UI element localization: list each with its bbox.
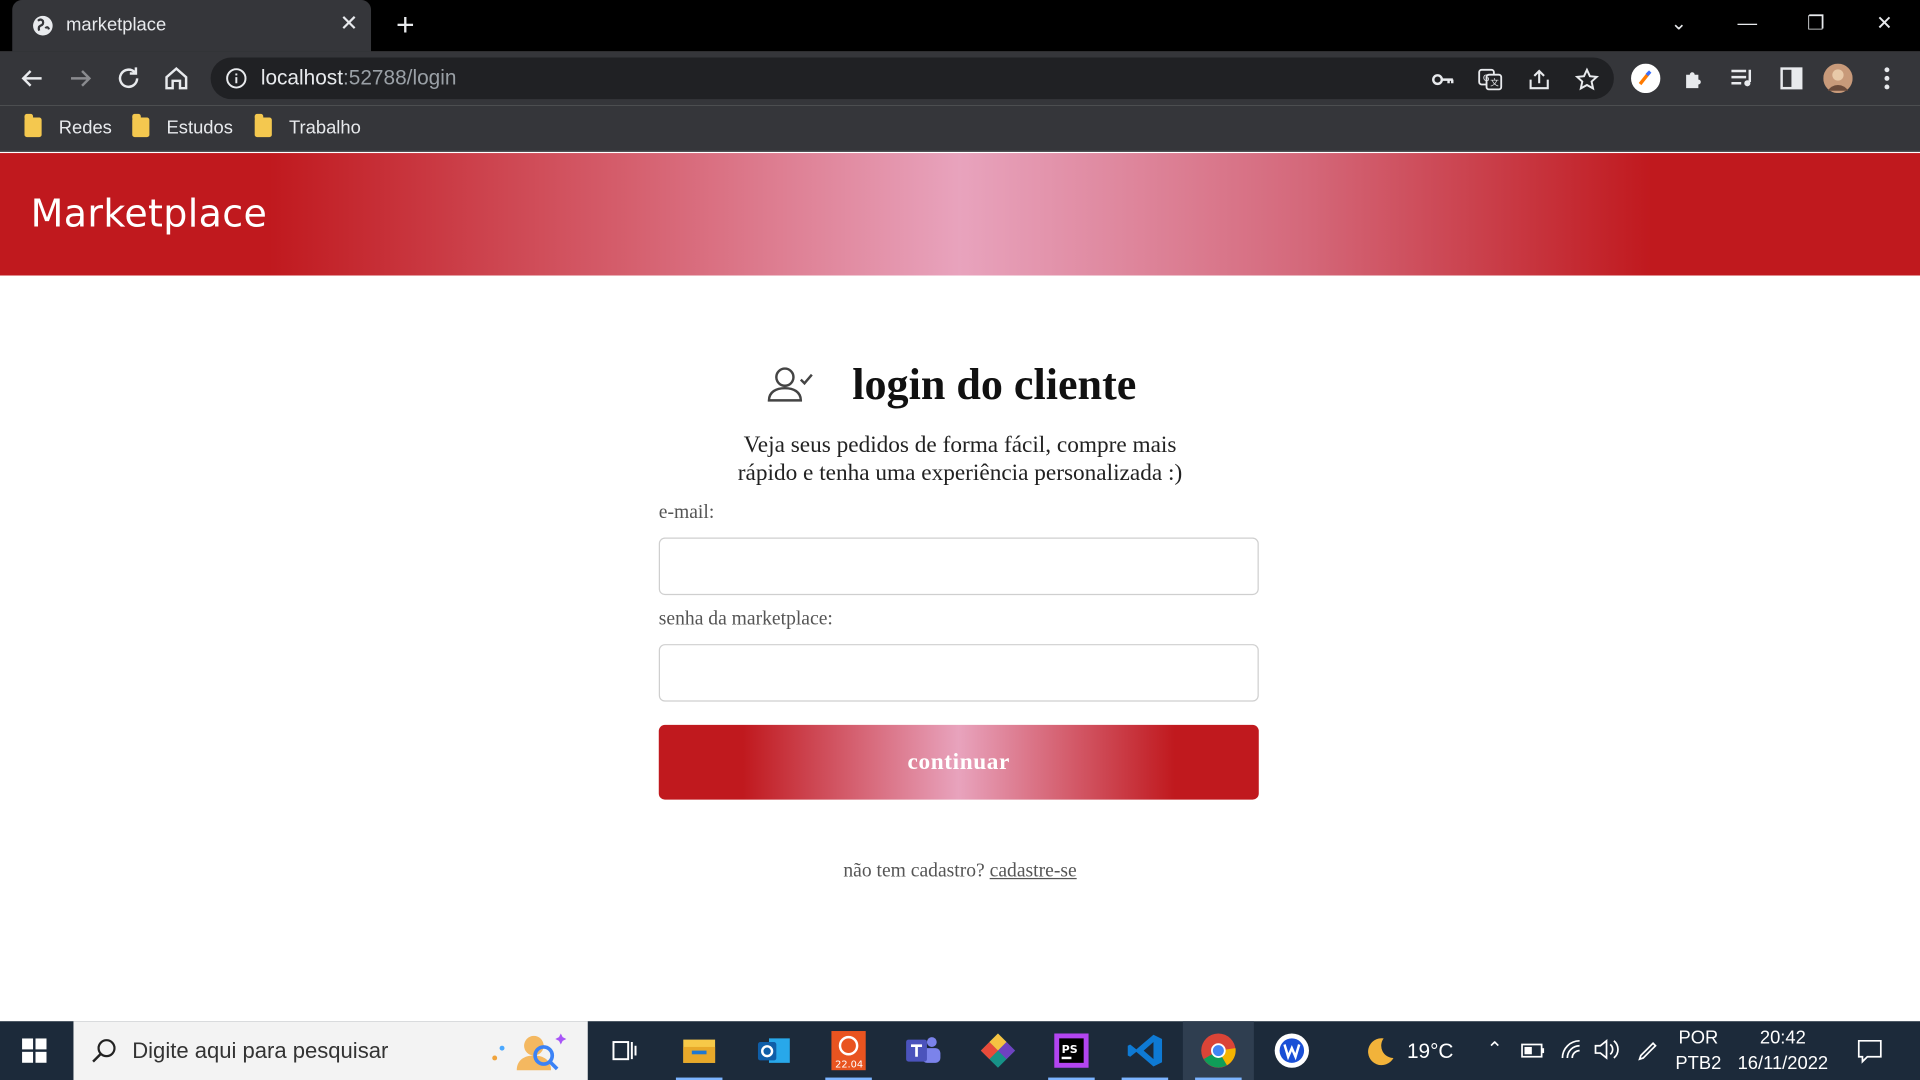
windows-taskbar: Digite aqui para pesquisar 22.04 PS 19°C… — [0, 1021, 1920, 1080]
outlook-button[interactable] — [738, 1021, 809, 1080]
outlook-icon — [757, 1038, 790, 1063]
site-info-icon[interactable] — [225, 67, 247, 89]
user-check-icon — [767, 367, 813, 402]
page-title: login do cliente — [852, 360, 1137, 409]
subtitle-line: rápido e tenha uma experiência personali… — [737, 460, 1183, 487]
tray-overflow-icon[interactable]: ⌃ — [1487, 1037, 1503, 1061]
phpstorm-icon: PS — [1054, 1033, 1089, 1068]
browser-tab[interactable]: marketplace ✕ — [12, 0, 372, 52]
svg-text:G: G — [1483, 74, 1490, 84]
windows-start-icon[interactable] — [22, 1038, 47, 1063]
gitkraken-icon — [980, 1033, 1016, 1068]
url-text: localhost:52788/login — [260, 66, 457, 90]
bookmark-star-icon[interactable] — [1574, 67, 1600, 91]
profile-avatar[interactable] — [1823, 63, 1853, 94]
email-field[interactable] — [658, 537, 1259, 596]
forward-icon[interactable] — [66, 64, 95, 93]
email-label: e-mail: — [658, 502, 715, 523]
taskbar-search-box[interactable]: Digite aqui para pesquisar — [73, 1021, 588, 1080]
key-icon[interactable] — [1430, 67, 1454, 91]
continue-button[interactable]: continuar — [658, 724, 1259, 800]
signup-question: não tem cadastro? — [843, 860, 985, 882]
clock-date: 16/11/2022 — [1737, 1053, 1829, 1074]
bookmarks-bar: Redes Estudos Trabalho — [0, 105, 1920, 152]
app-blue-button[interactable] — [1256, 1021, 1327, 1080]
chrome-menu-icon[interactable] — [1872, 64, 1901, 93]
bookmark-label: Trabalho — [288, 116, 361, 138]
back-icon[interactable] — [17, 64, 46, 93]
address-bar[interactable]: localhost:52788/login G 文 — [210, 57, 1614, 100]
home-icon[interactable] — [162, 64, 191, 93]
app-blue-icon — [1274, 1033, 1309, 1068]
task-view-icon — [612, 1041, 637, 1061]
subtitle-line: Veja seus pedidos de forma fácil, compre… — [743, 432, 1177, 458]
close-tab-icon[interactable]: ✕ — [338, 12, 360, 34]
globe-icon — [33, 15, 53, 36]
folder-icon — [24, 113, 42, 138]
folder-icon — [132, 113, 150, 138]
phpstorm-button[interactable]: PS — [1036, 1021, 1107, 1080]
language-indicator[interactable]: POR PTB2 — [1673, 1027, 1724, 1074]
ubuntu-icon: 22.04 — [831, 1031, 866, 1071]
password-field[interactable] — [658, 644, 1259, 702]
minimize-button[interactable]: — — [1733, 10, 1762, 39]
chrome-button[interactable] — [1182, 1021, 1254, 1080]
login-heading: login do cliente — [767, 360, 1137, 409]
translate-icon[interactable]: G 文 — [1478, 67, 1503, 91]
bookmark-label: Estudos — [166, 116, 233, 138]
bookmark-label: Redes — [58, 116, 112, 138]
svg-text:PS: PS — [1062, 1043, 1078, 1056]
signup-prompt: não tem cadastro? cadastre-se — [0, 861, 1920, 883]
weather-moon-icon[interactable] — [1359, 1033, 1396, 1067]
ubuntu-button[interactable]: 22.04 — [813, 1021, 884, 1080]
ubuntu-version-badge: 22.04 — [835, 1060, 863, 1071]
wifi-icon[interactable] — [1560, 1038, 1584, 1060]
teams-icon — [906, 1037, 941, 1063]
file-explorer-icon — [683, 1039, 716, 1063]
reading-list-icon[interactable] — [1728, 64, 1757, 93]
vscode-button[interactable] — [1109, 1021, 1180, 1080]
new-tab-button[interactable]: + — [391, 9, 420, 41]
close-window-button[interactable]: ✕ — [1870, 10, 1899, 39]
keyboard-layout: PTB2 — [1675, 1053, 1722, 1074]
search-highlight-icon — [492, 1033, 567, 1071]
password-label: senha da marketplace: — [658, 608, 833, 630]
side-panel-icon[interactable] — [1777, 64, 1806, 93]
gitkraken-button[interactable] — [962, 1021, 1033, 1080]
language-code: POR — [1678, 1027, 1719, 1049]
clock[interactable]: 20:42 16/11/2022 — [1731, 1027, 1834, 1074]
bookmark-estudos[interactable]: Estudos — [132, 113, 233, 139]
bookmark-trabalho[interactable]: Trabalho — [254, 113, 361, 139]
search-placeholder: Digite aqui para pesquisar — [132, 1038, 389, 1063]
pen-icon[interactable] — [1636, 1038, 1660, 1062]
site-brand[interactable]: Marketplace — [31, 192, 268, 236]
signup-link[interactable]: cadastre-se — [990, 861, 1077, 882]
teams-button[interactable] — [888, 1021, 959, 1080]
reload-icon[interactable] — [114, 64, 143, 93]
folder-icon — [254, 113, 272, 138]
search-icon — [92, 1039, 116, 1063]
task-view-button[interactable] — [589, 1021, 660, 1080]
clock-time: 20:42 — [1759, 1027, 1806, 1049]
tab-search-icon[interactable]: ⌄ — [1664, 10, 1693, 39]
color-picker-extension-icon[interactable] — [1631, 63, 1661, 94]
chrome-icon — [1201, 1033, 1236, 1068]
volume-icon[interactable] — [1593, 1038, 1620, 1060]
svg-text:文: 文 — [1490, 77, 1499, 89]
battery-icon[interactable] — [1521, 1042, 1545, 1059]
extensions-puzzle-icon[interactable] — [1681, 64, 1710, 93]
notifications-icon[interactable] — [1856, 1037, 1883, 1064]
weather-temperature[interactable]: 19°C — [1407, 1040, 1454, 1064]
browser-toolbar: localhost:52788/login G 文 — [0, 51, 1920, 106]
vscode-icon — [1127, 1034, 1163, 1067]
browser-tab-strip: marketplace ✕ + ⌄ — ❐ ✕ — [0, 0, 1920, 52]
tab-title: marketplace — [66, 14, 167, 36]
site-header: Marketplace — [0, 153, 1920, 276]
file-explorer-button[interactable] — [664, 1021, 735, 1080]
bookmark-redes[interactable]: Redes — [24, 113, 112, 139]
restore-button[interactable]: ❐ — [1801, 10, 1830, 39]
share-icon[interactable] — [1527, 67, 1551, 91]
login-subtitle: Veja seus pedidos de forma fácil, compre… — [715, 431, 1205, 487]
